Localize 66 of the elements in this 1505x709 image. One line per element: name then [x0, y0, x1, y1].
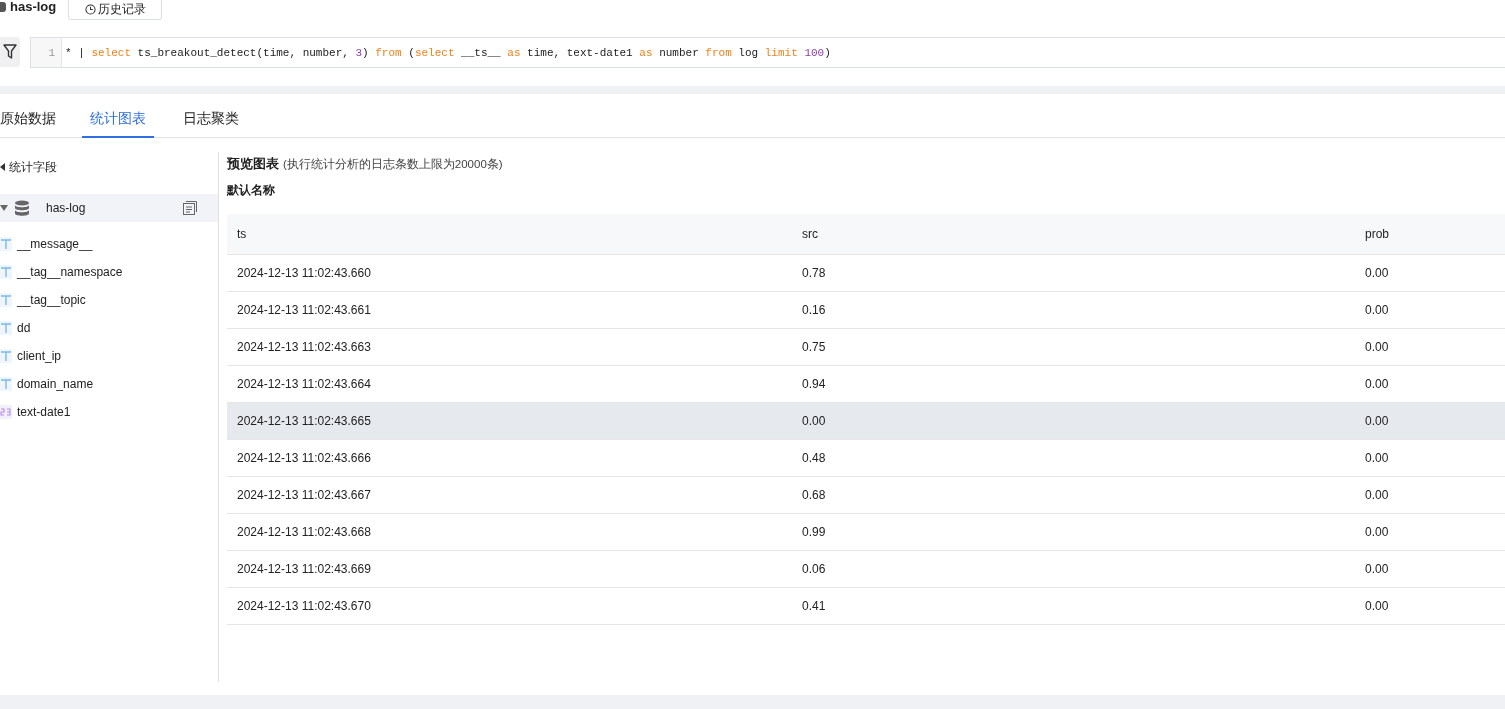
table-cell: 2024-12-13 11:02:43.666: [237, 451, 371, 465]
filter-button[interactable]: [0, 37, 20, 67]
column-header: src: [792, 214, 1355, 255]
copy-icon[interactable]: [182, 200, 198, 216]
field-name[interactable]: text-date1: [17, 405, 71, 419]
table-cell: 2024-12-13 11:02:43.660: [237, 266, 371, 280]
table-cell: 0.48: [802, 451, 826, 465]
field-name[interactable]: __message__: [17, 237, 93, 251]
table-cell: 0.00: [1365, 266, 1389, 280]
table-cell: 0.68: [802, 488, 826, 502]
table-cell: 0.94: [802, 377, 826, 391]
table-cell: 2024-12-13 11:02:43.668: [237, 525, 371, 539]
table-cell: 2024-12-13 11:02:43.670: [237, 599, 371, 613]
table-cell: 2024-12-13 11:02:43.661: [237, 303, 371, 317]
table-cell: 0.00: [1365, 377, 1389, 391]
history-button[interactable]: 历史记录: [68, 0, 162, 20]
column-header: ts: [227, 214, 792, 255]
text-type-icon: [0, 293, 12, 307]
table-cell: 2024-12-13 11:02:43.665: [237, 414, 371, 428]
chart-name: 默认名称: [227, 182, 276, 198]
caret-icon: [0, 205, 8, 211]
query-editor[interactable]: 1 * | select ts_breakout_detect(time, number, 3) from (select __ts__ as time, text-date1 as number from log limit 100): [30, 37, 1505, 68]
field-name[interactable]: client_ip: [17, 349, 62, 363]
tab[interactable]: 原始数据: [0, 101, 56, 138]
text-type-icon: [0, 321, 12, 335]
tab[interactable]: 统计图表: [82, 101, 154, 138]
field-name[interactable]: __tag__namespace: [17, 265, 123, 279]
filter-icon: [3, 44, 17, 60]
table-cell: 0.00: [1365, 488, 1389, 502]
text-type-icon: [0, 377, 12, 391]
table-cell: 0.06: [802, 562, 826, 576]
query-text: * | select ts_breakout_detect(time, number, 3) from (select __ts__ as time, text-date1 as number from log limit 100): [64, 46, 831, 59]
field-name[interactable]: domain_name: [17, 377, 94, 391]
text-type-icon: [0, 265, 12, 279]
number-type-icon: [0, 405, 12, 419]
text-type-icon: [0, 349, 12, 363]
sidebar-title: 统计字段: [9, 158, 57, 176]
logstore-name: has-log: [10, 0, 58, 14]
table-cell: 2024-12-13 11:02:43.667: [237, 488, 371, 502]
field-name[interactable]: __tag__topic: [17, 293, 86, 307]
line-number: 1: [31, 38, 62, 67]
table-cell: 2024-12-13 11:02:43.664: [237, 377, 371, 391]
preview-note: (执行统计分析的日志条数上限为20000条): [283, 156, 503, 172]
table-cell: 0.78: [802, 266, 826, 280]
table-cell: 0.00: [1365, 599, 1389, 613]
column-header: prob: [1355, 214, 1505, 255]
table-cell: 0.75: [802, 340, 826, 354]
preview-title: 预览图表: [227, 155, 279, 173]
source-row[interactable]: has-log: [0, 194, 218, 222]
table-cell: 0.16: [802, 303, 826, 317]
table-cell: 0.00: [1365, 414, 1389, 428]
clock-icon: [84, 4, 96, 15]
table-cell: 0.00: [1365, 562, 1389, 576]
table-cell: 2024-12-13 11:02:43.663: [237, 340, 371, 354]
table-cell: 0.00: [802, 414, 826, 428]
tab[interactable]: 日志聚类: [183, 101, 239, 138]
field-name[interactable]: dd: [17, 321, 31, 335]
caret-icon: [0, 163, 5, 171]
table-cell: 0.00: [1365, 451, 1389, 465]
table-cell: 0.00: [1365, 525, 1389, 539]
table-cell: 0.41: [802, 599, 826, 613]
table-cell: 0.00: [1365, 340, 1389, 354]
text-type-icon: [0, 237, 12, 251]
table-cell: 0.99: [802, 525, 826, 539]
table-cell: 0.00: [1365, 303, 1389, 317]
table-cell: 2024-12-13 11:02:43.669: [237, 562, 371, 576]
